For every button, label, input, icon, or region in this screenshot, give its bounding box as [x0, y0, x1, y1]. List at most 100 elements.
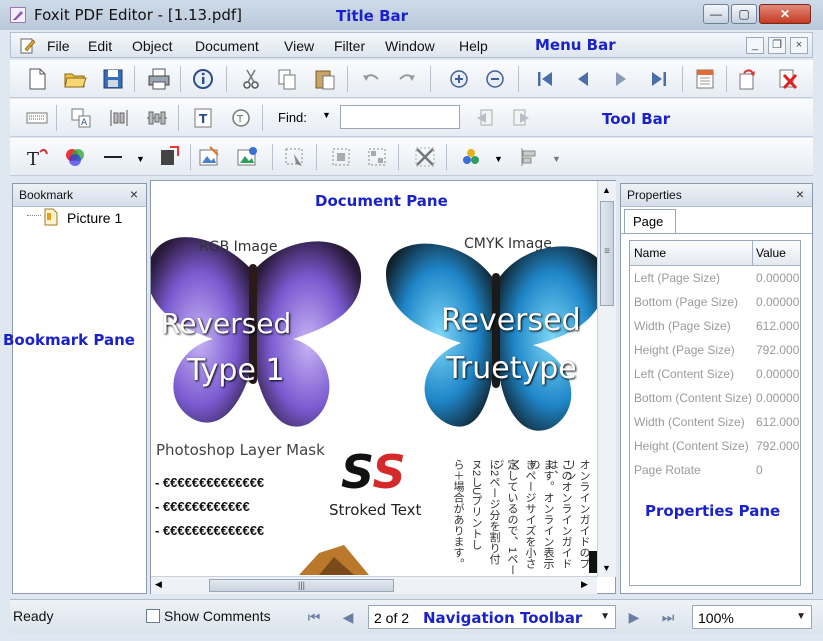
previous-page-icon[interactable]	[570, 66, 596, 92]
table-row[interactable]: Page Rotate 0	[630, 458, 800, 482]
bookmark-item-picture-1[interactable]: Picture 1	[67, 210, 122, 226]
reversed-truetype-line2: Truetype	[446, 351, 577, 386]
bookmark-pane-header: Bookmark ×	[13, 184, 146, 207]
zoom-value: 100%	[698, 610, 734, 626]
table-row[interactable]: Left (Page Size) 0.00000	[630, 266, 800, 290]
menu-object[interactable]: Object	[132, 38, 172, 54]
table-row[interactable]: Bottom (Content Size) 0.00000	[630, 386, 800, 410]
menu-window[interactable]: Window	[385, 38, 435, 54]
column-header-value[interactable]: Value	[756, 246, 786, 260]
close-button[interactable]: ✕	[759, 4, 811, 24]
column-header-name[interactable]: Name	[634, 246, 666, 260]
align-icon[interactable]	[106, 105, 132, 131]
text-tool-icon[interactable]: T	[24, 144, 50, 170]
menu-edit[interactable]: Edit	[88, 38, 112, 54]
redo-icon[interactable]	[394, 66, 420, 92]
show-comments-checkbox[interactable]	[146, 609, 160, 623]
arrange-icon[interactable]	[516, 144, 542, 170]
paste-icon[interactable]	[312, 66, 338, 92]
undo-icon[interactable]	[358, 66, 384, 92]
shapes-dropdown[interactable]: ▼	[494, 154, 503, 164]
document-vertical-scrollbar[interactable]: ▲ ≡ ▼	[597, 181, 616, 577]
mdi-close-button[interactable]: ×	[790, 37, 808, 54]
image-edit-icon[interactable]	[196, 144, 222, 170]
next-page-icon[interactable]	[608, 66, 634, 92]
page-number-select[interactable]: 2 of 2 Navigation Toolbar ▼	[368, 605, 616, 629]
last-page-icon[interactable]	[646, 66, 672, 92]
properties-close-icon[interactable]: ×	[796, 186, 804, 202]
info-icon[interactable]	[190, 66, 216, 92]
document-pane-annotation: Document Pane	[315, 192, 448, 210]
zoom-out-icon[interactable]	[482, 66, 508, 92]
table-row[interactable]: Width (Content Size) 612.000	[630, 410, 800, 434]
find-options-dropdown[interactable]: ▼	[322, 110, 331, 120]
table-row[interactable]: Width (Page Size) 612.000	[630, 314, 800, 338]
typewriter-icon[interactable]: T	[228, 105, 254, 131]
arrange-dropdown[interactable]: ▼	[552, 154, 561, 164]
bookmark-close-icon[interactable]: ×	[130, 186, 138, 202]
menu-view[interactable]: View	[284, 38, 314, 54]
mdi-restore-button[interactable]: ❐	[768, 37, 786, 54]
shape-tool-icon[interactable]	[156, 144, 182, 170]
text-object-icon[interactable]: A	[68, 105, 94, 131]
shapes-color-icon[interactable]	[458, 144, 484, 170]
text-properties-icon[interactable]: T	[190, 105, 216, 131]
group-icon[interactable]	[328, 144, 354, 170]
document-pane[interactable]: Document Pane RGB Image Reversed Type 1 …	[150, 180, 616, 594]
nav-previous-page-icon[interactable]: ◀	[338, 607, 358, 627]
mdi-minimize-button[interactable]: _	[746, 37, 764, 54]
scroll-left-icon[interactable]: ◀	[155, 579, 162, 590]
app-window: Foxit PDF Editor - [1.13.pdf] Title Bar …	[0, 0, 823, 641]
toolbar-separator	[226, 66, 227, 92]
scroll-right-icon[interactable]: ▶	[581, 579, 588, 590]
svg-text:T: T	[27, 149, 39, 170]
line-dropdown[interactable]: ▼	[136, 154, 145, 164]
delete-page-icon[interactable]	[774, 66, 800, 92]
copy-icon[interactable]	[274, 66, 300, 92]
image-insert-icon[interactable]	[234, 144, 260, 170]
ungroup-icon[interactable]	[364, 144, 390, 170]
nav-first-page-icon[interactable]: ⏮	[304, 607, 324, 627]
find-previous-icon[interactable]	[472, 105, 498, 131]
tab-page[interactable]: Page	[624, 209, 676, 234]
cut-icon[interactable]	[238, 66, 264, 92]
document-icon[interactable]	[19, 37, 37, 55]
table-row[interactable]: Height (Page Size) 792.000	[630, 338, 800, 362]
open-folder-icon[interactable]	[62, 66, 88, 92]
reversed-type1-line2: Type 1	[187, 353, 285, 388]
line-tool-icon[interactable]	[100, 144, 126, 170]
clip-icon[interactable]	[412, 144, 438, 170]
table-row[interactable]: Bottom (Page Size) 0.00000	[630, 290, 800, 314]
horizontal-scroll-thumb[interactable]: |||	[209, 579, 394, 592]
maximize-icon: ▢	[738, 7, 750, 21]
save-icon[interactable]	[100, 66, 126, 92]
zoom-select[interactable]: 100% ▼	[692, 605, 812, 629]
distribute-icon[interactable]	[144, 105, 170, 131]
zoom-in-icon[interactable]	[446, 66, 472, 92]
first-page-icon[interactable]	[532, 66, 558, 92]
select-tool-icon[interactable]	[282, 144, 308, 170]
new-file-icon[interactable]	[24, 66, 50, 92]
rotate-page-icon[interactable]	[734, 66, 760, 92]
minimize-button[interactable]: —	[703, 4, 729, 24]
maximize-button[interactable]: ▢	[731, 4, 757, 24]
text-block-icon[interactable]	[24, 105, 50, 131]
vertical-scroll-thumb[interactable]: ≡	[600, 201, 614, 306]
scroll-up-icon[interactable]: ▲	[602, 185, 611, 195]
calendar-icon[interactable]	[692, 66, 718, 92]
color-tool-icon[interactable]	[62, 144, 88, 170]
document-horizontal-scrollbar[interactable]: ◀ ||| ▶	[151, 576, 597, 594]
nav-next-page-icon[interactable]: ▶	[624, 607, 644, 627]
nav-last-page-icon[interactable]: ⏭	[658, 607, 678, 627]
find-input[interactable]	[340, 105, 460, 129]
toolbar-separator	[316, 144, 317, 170]
menu-document[interactable]: Document	[195, 38, 259, 54]
scroll-down-icon[interactable]: ▼	[602, 563, 611, 573]
menu-help[interactable]: Help	[459, 38, 488, 54]
menu-file[interactable]: File	[47, 38, 70, 54]
find-next-icon[interactable]	[508, 105, 534, 131]
print-icon[interactable]	[146, 66, 172, 92]
menu-filter[interactable]: Filter	[334, 38, 365, 54]
table-row[interactable]: Height (Content Size) 792.000	[630, 434, 800, 458]
table-row[interactable]: Left (Content Size) 0.00000	[630, 362, 800, 386]
